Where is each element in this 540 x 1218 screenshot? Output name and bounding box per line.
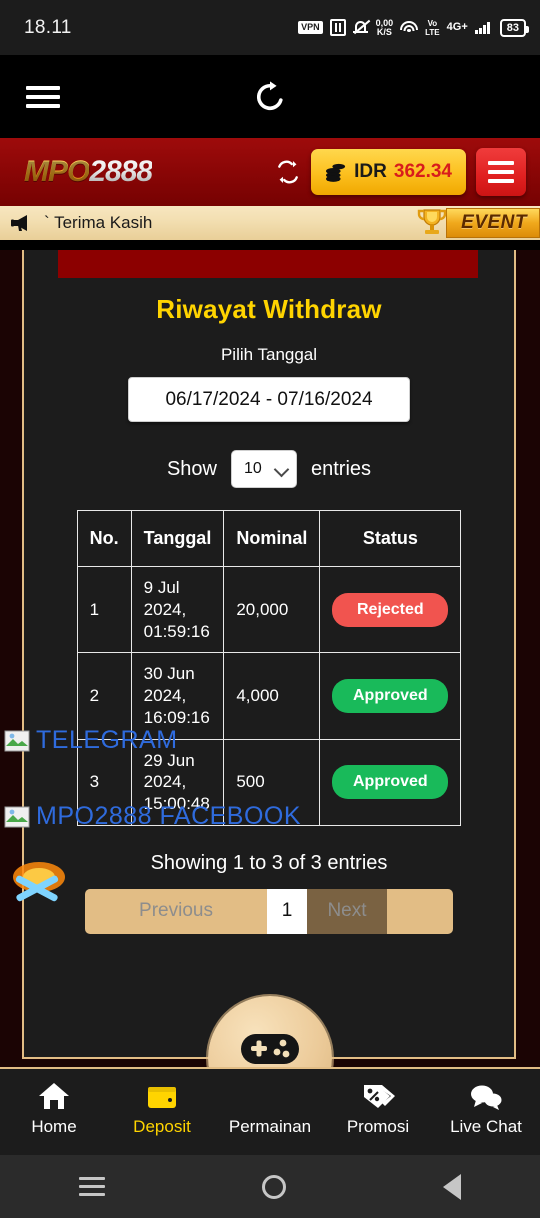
- announcement-bar: ` Terima Kasih EVENT: [0, 206, 540, 240]
- gamepad-icon: [241, 1034, 299, 1064]
- broken-image-icon: [4, 806, 30, 828]
- column-header-tanggal: Tanggal: [130, 510, 225, 567]
- announcement-text: ` Terima Kasih: [44, 213, 153, 232]
- table-row: 1 9 Jul 2024, 01:59:16 20,000 Rejected: [76, 565, 462, 654]
- balance-pill[interactable]: IDR 362.34: [311, 149, 466, 195]
- site-menu-icon[interactable]: [476, 148, 526, 196]
- header-actions: IDR 362.34: [275, 148, 526, 196]
- browser-toolbar: [0, 55, 540, 138]
- pagination-next[interactable]: Next: [307, 888, 387, 934]
- page-title: Riwayat Withdraw: [156, 294, 382, 324]
- status-time: 18.11: [24, 16, 72, 38]
- column-header-nominal: Nominal: [223, 510, 321, 567]
- vpn-icon: VPN: [298, 21, 323, 34]
- android-status-bar: 18.11 VPN 0,00 K/S Vo LTE 4G+ 83: [0, 0, 540, 55]
- nav-item-home[interactable]: Home: [4, 1079, 104, 1137]
- cell-status: Rejected: [319, 565, 462, 654]
- status-badge: Approved: [332, 765, 449, 800]
- back-triangle-icon[interactable]: [443, 1173, 462, 1200]
- balance-currency: IDR: [354, 161, 387, 182]
- broken-image-icon: [4, 730, 30, 752]
- broken-image-label: MPO2888 FACEBOOK: [36, 802, 302, 830]
- entries-select[interactable]: 10: [231, 450, 297, 488]
- volte-bottom: LTE: [425, 27, 440, 37]
- nav-item-live-chat[interactable]: Live Chat: [436, 1079, 536, 1137]
- network-speed-unit: K/S: [376, 26, 392, 37]
- trophy-icon: [412, 206, 452, 240]
- android-navigation-bar: [0, 1155, 540, 1218]
- logo-text-secondary: 2888: [89, 155, 153, 188]
- hamburger-menu-icon[interactable]: [26, 81, 60, 113]
- chevron-down-icon: [273, 461, 290, 478]
- broken-image-facebook-link[interactable]: MPO2888 FACEBOOK: [4, 802, 301, 831]
- broken-image-label: TELEGRAM: [36, 726, 178, 754]
- entries-select-value: 10: [244, 460, 262, 477]
- status-badge: Rejected: [332, 592, 449, 627]
- logo-text-primary: MPO: [24, 155, 90, 188]
- floating-promo-icon[interactable]: [6, 855, 72, 907]
- nav-item-permainan[interactable]: Permainan: [220, 1079, 320, 1137]
- coins-icon: [325, 162, 347, 182]
- bottom-navigation: Home Deposit Permainan Promosi Live Chat: [0, 1067, 540, 1155]
- pagination-tail: [387, 889, 453, 934]
- event-label: EVENT: [446, 208, 540, 238]
- card-top-banner: [58, 250, 478, 278]
- site-logo[interactable]: MPO2888: [24, 155, 153, 189]
- volte-icon: Vo LTE: [425, 19, 440, 37]
- nav-label-home: Home: [31, 1117, 77, 1136]
- cell-status: Approved: [319, 738, 462, 826]
- site-header: MPO2888 IDR 362.34: [0, 138, 540, 206]
- nav-label-live-chat: Live Chat: [450, 1117, 522, 1136]
- nav-label-deposit: Deposit: [133, 1117, 191, 1136]
- network-speed: 0,00 K/S: [376, 18, 394, 37]
- cell-nominal: 4,000: [223, 652, 321, 740]
- recents-icon[interactable]: [78, 1172, 105, 1201]
- promo-tag-icon: [361, 1079, 395, 1111]
- date-range-label: Pilih Tanggal: [220, 345, 318, 364]
- home-icon: [37, 1079, 71, 1111]
- withdraw-history-card: Riwayat Withdraw Pilih Tanggal Show 10 e…: [22, 250, 516, 1059]
- cell-status: Approved: [319, 652, 462, 740]
- refresh-balance-icon[interactable]: [275, 159, 301, 185]
- pagination: Previous 1 Next: [85, 888, 453, 934]
- show-label: Show: [166, 457, 217, 480]
- entries-label: entries: [311, 457, 372, 480]
- nav-item-deposit[interactable]: Deposit: [112, 1079, 212, 1137]
- table-header-row: No. Tanggal Nominal Status: [76, 510, 462, 567]
- date-range-input[interactable]: [128, 377, 410, 422]
- pagination-page-1[interactable]: 1: [267, 888, 307, 934]
- chat-bubbles-icon: [469, 1079, 503, 1111]
- cell-nominal: 20,000: [223, 565, 321, 654]
- volte-top: Vo: [427, 18, 438, 28]
- event-badge[interactable]: EVENT: [412, 206, 540, 240]
- wifi-icon: [400, 20, 419, 35]
- entries-summary: Showing 1 to 3 of 3 entries: [150, 851, 388, 874]
- cell-tanggal: 9 Jul 2024, 01:59:16: [130, 565, 225, 654]
- nav-item-promosi[interactable]: Promosi: [328, 1079, 428, 1137]
- cell-no: 1: [76, 565, 132, 654]
- nav-label-permainan: Permainan: [228, 1117, 312, 1136]
- battery-level: 83: [499, 18, 530, 37]
- nfc-icon: [329, 19, 346, 36]
- withdraw-history-table: No. Tanggal Nominal Status 1 9 Jul 2024,…: [76, 510, 462, 826]
- page-content: Riwayat Withdraw Pilih Tanggal Show 10 e…: [0, 250, 540, 1067]
- home-circle-icon[interactable]: [261, 1174, 286, 1199]
- column-header-status: Status: [319, 510, 462, 567]
- megaphone-icon: [10, 213, 36, 233]
- bell-muted-icon: [352, 19, 370, 36]
- wallet-icon: [146, 1079, 178, 1111]
- entries-control: Show 10 entries: [24, 450, 514, 488]
- status-icons: VPN 0,00 K/S Vo LTE 4G+ 83: [298, 18, 530, 37]
- pagination-previous[interactable]: Previous: [85, 889, 267, 934]
- reload-icon[interactable]: [252, 79, 288, 115]
- nav-label-promosi: Promosi: [346, 1117, 410, 1136]
- network-type: 4G+: [446, 21, 468, 33]
- column-header-no: No.: [76, 510, 132, 567]
- signal-bars-icon: [474, 21, 490, 34]
- balance-amount: 362.34: [393, 161, 452, 182]
- broken-image-telegram-link[interactable]: TELEGRAM: [4, 726, 178, 755]
- status-badge: Approved: [332, 678, 449, 713]
